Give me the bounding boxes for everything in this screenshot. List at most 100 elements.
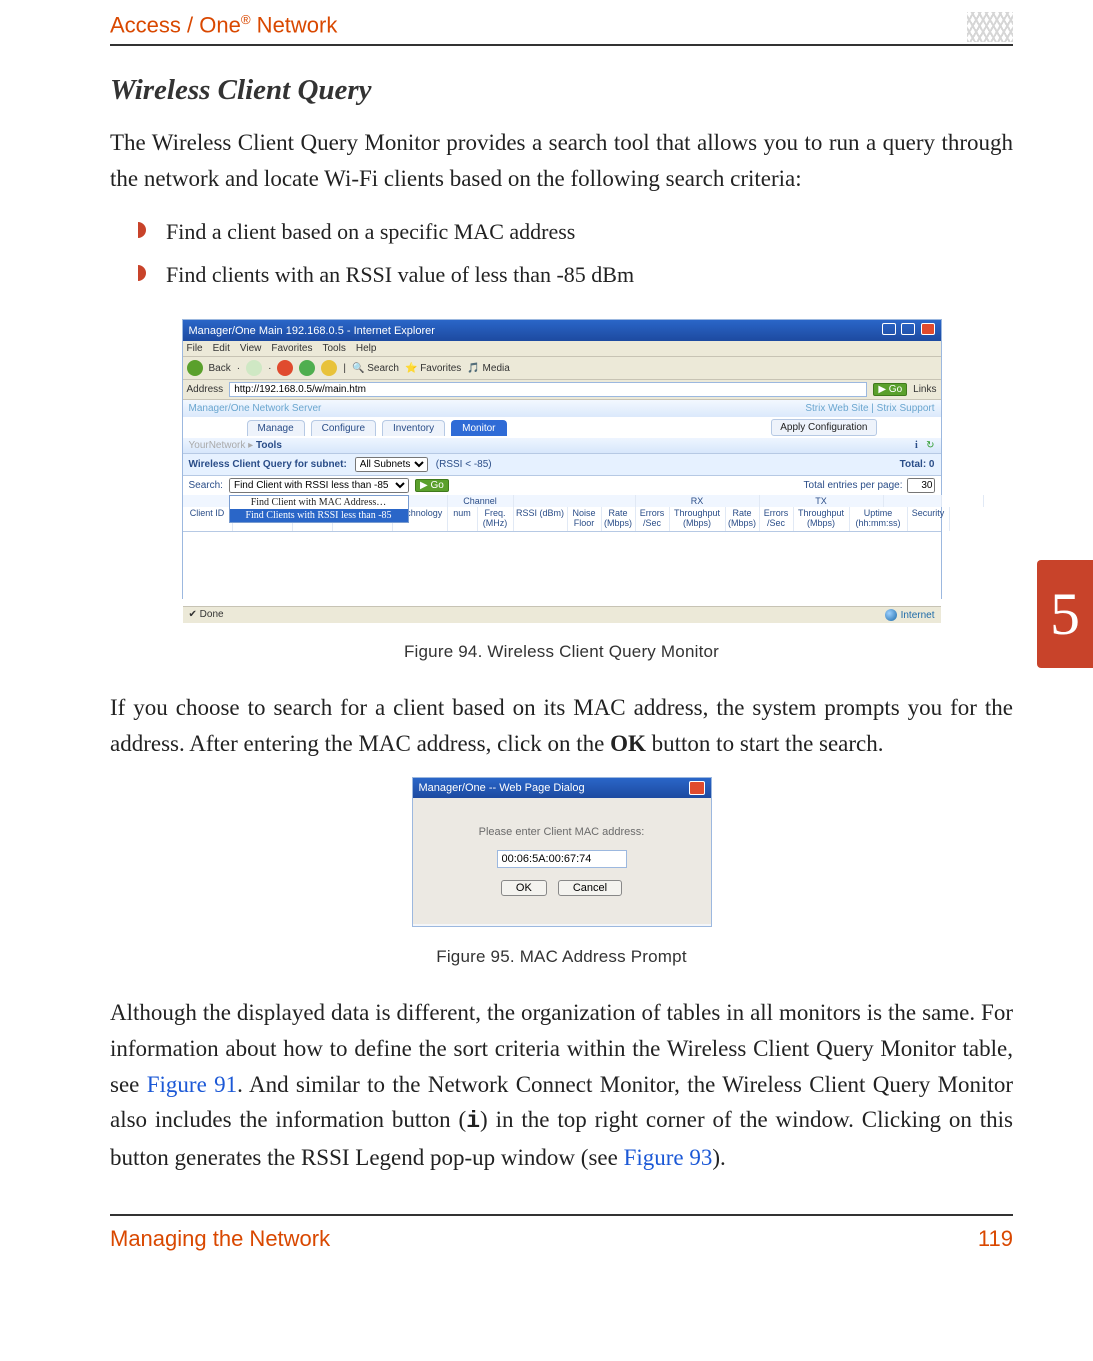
figure-95-caption: Figure 95. MAC Address Prompt [110, 947, 1013, 967]
search-select[interactable]: Find Client with RSSI less than -85 [229, 478, 409, 493]
col-header[interactable]: Rate (Mbps) [602, 507, 636, 531]
chapter-tab: 5 [1037, 560, 1093, 668]
col-header[interactable]: Rate (Mbps) [726, 507, 760, 531]
go-button[interactable]: ▶ Go [873, 383, 907, 396]
address-input[interactable] [229, 382, 867, 397]
ok-bold: OK [610, 731, 646, 756]
refresh-icon[interactable] [299, 360, 315, 376]
close-icon[interactable] [921, 323, 935, 335]
forward-icon[interactable] [246, 360, 262, 376]
tab-monitor[interactable]: Monitor [451, 420, 506, 436]
list-item: Find a client based on a specific MAC ad… [138, 213, 1013, 250]
globe-icon [885, 609, 897, 621]
menu-help[interactable]: Help [356, 343, 377, 354]
tools-label[interactable]: Tools [256, 440, 282, 451]
menu-file[interactable]: File [187, 343, 203, 354]
dropdown-option-selected[interactable]: Find Clients with RSSI less than -85 [230, 509, 408, 522]
menu-bar: File Edit View Favorites Tools Help [183, 341, 941, 357]
col-header[interactable]: Freq. (MHz) [478, 507, 514, 531]
col-client [183, 495, 233, 507]
group-channel: Channel [448, 495, 514, 507]
col-header[interactable]: Throughput (Mbps) [670, 507, 726, 531]
apply-configuration-button[interactable]: Apply Configuration [771, 419, 876, 436]
info-icon[interactable]: i [915, 440, 918, 451]
product-suffix: Network [251, 12, 338, 37]
header-links[interactable]: Strix Web Site | Strix Support [805, 403, 934, 414]
col-header[interactable]: Noise Floor [568, 507, 602, 531]
col-header[interactable]: Security [908, 507, 950, 531]
back-label[interactable]: Back [209, 363, 231, 374]
ie-toolbar: Back · · | 🔍 Search ⭐ Favorites 🎵 Media [183, 357, 941, 380]
group-rx: RX [636, 495, 760, 507]
section-title: Wireless Client Query [110, 74, 1013, 107]
footer-section: Managing the Network [110, 1226, 330, 1252]
close-icon[interactable] [689, 781, 705, 795]
page-footer: Managing the Network 119 [110, 1214, 1013, 1252]
menu-tools[interactable]: Tools [322, 343, 345, 354]
dialog-titlebar: Manager/One -- Web Page Dialog [413, 778, 711, 798]
server-label: Manager/One Network Server [189, 403, 322, 414]
criteria-list: Find a client based on a specific MAC ad… [138, 213, 1013, 294]
product-prefix: Access / One [110, 12, 241, 37]
query-bar: Wireless Client Query for subnet: All Su… [183, 453, 941, 476]
figure-93-link[interactable]: Figure 93 [624, 1145, 713, 1170]
mac-address-input[interactable] [497, 850, 627, 868]
tab-inventory[interactable]: Inventory [382, 420, 445, 436]
links-label[interactable]: Links [913, 384, 936, 395]
figure-94-image: Manager/One Main 192.168.0.5 - Internet … [182, 319, 942, 599]
subnet-select[interactable]: All Subnets [355, 457, 428, 472]
col-header[interactable]: Throughput (Mbps) [794, 507, 850, 531]
app-header: Manager/One Network Server Strix Web Sit… [183, 400, 941, 417]
window-controls [880, 323, 934, 338]
entries-input[interactable] [907, 478, 935, 493]
address-bar: Address ▶ Go Links [183, 380, 941, 400]
col-header[interactable]: num [448, 507, 478, 531]
search-dropdown-list: Find Client with MAC Address… Find Clien… [229, 495, 409, 523]
dialog-body: Please enter Client MAC address: OK Canc… [413, 798, 711, 924]
cancel-button[interactable]: Cancel [558, 880, 622, 896]
go-search-button[interactable]: ▶ Go [415, 479, 449, 492]
intro-paragraph: The Wireless Client Query Monitor provid… [110, 125, 1013, 196]
tools-bar: YourNetwork ▸ Tools i ↻ [183, 438, 941, 453]
back-icon[interactable] [187, 360, 203, 376]
col-header[interactable]: Errors /Sec [760, 507, 794, 531]
window-titlebar: Manager/One Main 192.168.0.5 - Internet … [183, 320, 941, 341]
stop-icon[interactable] [277, 360, 293, 376]
figure-95-image: Manager/One -- Web Page Dialog Please en… [412, 777, 712, 927]
refresh-icon[interactable]: ↻ [926, 440, 934, 451]
ie-status-bar: ✔ Done Internet [183, 606, 941, 623]
info-button-glyph: i [466, 1108, 480, 1134]
menu-favorites[interactable]: Favorites [271, 343, 312, 354]
search-button[interactable]: 🔍 Search [352, 363, 399, 374]
favorites-button[interactable]: ⭐ Favorites [405, 363, 461, 374]
maximize-icon[interactable] [901, 323, 915, 335]
search-row: Search: Find Client with RSSI less than … [183, 476, 941, 495]
figure-95: Manager/One -- Web Page Dialog Please en… [110, 777, 1013, 967]
col-header[interactable]: Errors /Sec [636, 507, 670, 531]
col-header[interactable]: Uptime (hh:mm:ss) [850, 507, 908, 531]
minimize-icon[interactable] [882, 323, 896, 335]
address-label: Address [187, 384, 224, 395]
home-icon[interactable] [321, 360, 337, 376]
col-header[interactable]: Client ID [183, 507, 233, 531]
menu-view[interactable]: View [240, 343, 262, 354]
dialog-prompt: Please enter Client MAC address: [479, 826, 645, 838]
table-body-empty [183, 532, 941, 606]
dropdown-option[interactable]: Find Client with MAC Address… [230, 496, 408, 509]
product-title: Access / One® Network [110, 12, 337, 44]
tab-manage[interactable]: Manage [247, 420, 305, 436]
dialog-title: Manager/One -- Web Page Dialog [419, 782, 585, 794]
query-label: Wireless Client Query for subnet: [189, 459, 347, 470]
menu-edit[interactable]: Edit [213, 343, 230, 354]
figure-91-link[interactable]: Figure 91 [147, 1072, 237, 1097]
col-header[interactable]: RSSI (dBm) [514, 507, 568, 531]
group-tx: TX [760, 495, 884, 507]
figure-94: Manager/One Main 192.168.0.5 - Internet … [110, 319, 1013, 662]
media-button[interactable]: 🎵 Media [467, 363, 509, 374]
ok-button[interactable]: OK [501, 880, 547, 896]
mac-paragraph: If you choose to search for a client bas… [110, 690, 1013, 761]
tab-configure[interactable]: Configure [311, 420, 376, 436]
list-item: Find clients with an RSSI value of less … [138, 256, 1013, 293]
entries-label: Total entries per page: [804, 480, 903, 491]
status-done: ✔ Done [189, 609, 224, 621]
